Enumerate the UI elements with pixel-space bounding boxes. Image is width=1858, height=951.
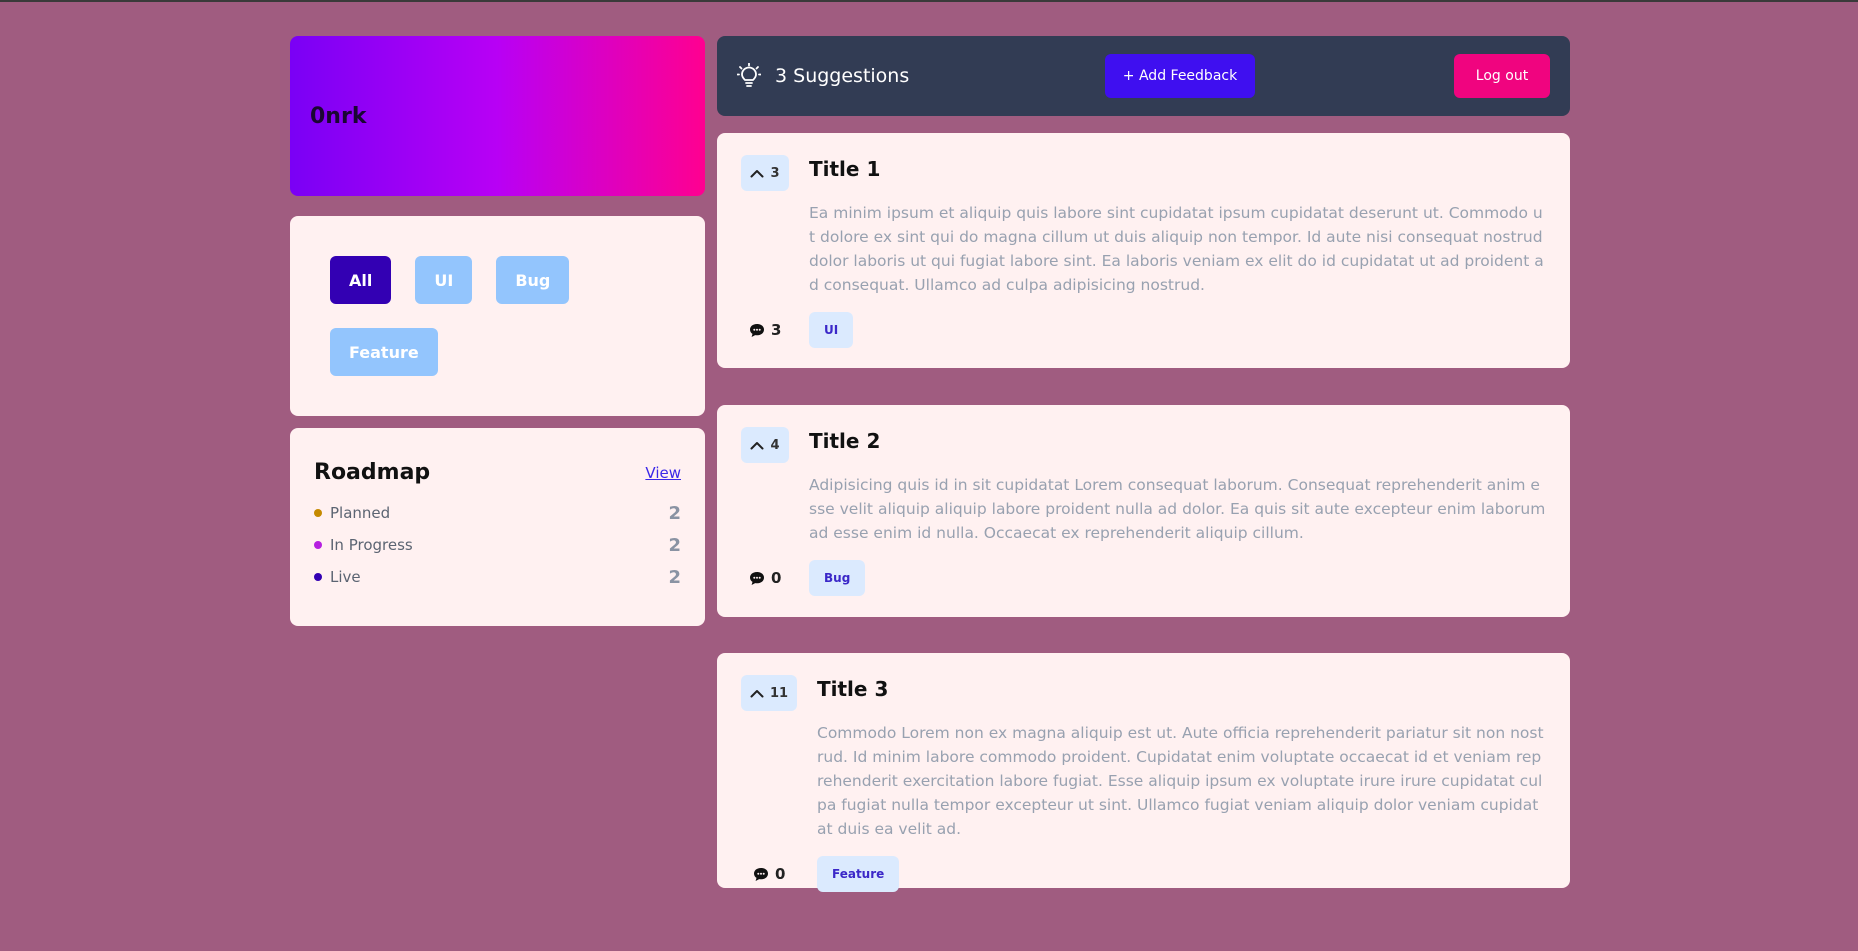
chevron-up-icon	[750, 169, 764, 177]
roadmap-item-label: Live	[330, 568, 361, 586]
feedback-card[interactable]: 4 Title 2 Adipisicing quis id in sit cup…	[717, 405, 1570, 617]
feedback-footer-side: 0	[741, 569, 809, 587]
feedback-description: Ea minim ipsum et aliquip quis labore si…	[809, 204, 1544, 294]
feedback-title: Title 3	[817, 677, 889, 701]
brand-card: 0nrk	[290, 36, 705, 196]
roadmap-item-label: In Progress	[330, 536, 413, 554]
comment-count: 3	[741, 321, 809, 339]
roadmap-item-in-progress: In Progress 2	[314, 529, 681, 561]
comment-count: 0	[741, 569, 809, 587]
status-dot	[314, 541, 322, 549]
upvote-count: 4	[770, 437, 780, 453]
feedback-footer-side: 0	[741, 865, 817, 883]
roadmap-header: Roadmap View	[314, 460, 681, 485]
chevron-up-icon	[750, 441, 764, 449]
filter-card: All UI Bug Feature	[290, 216, 705, 416]
feedback-side: 11	[741, 675, 817, 841]
upvote-count: 11	[769, 685, 789, 701]
feedback-side: 4	[741, 427, 809, 545]
comment-icon	[754, 867, 768, 881]
logout-button[interactable]: Log out	[1454, 54, 1550, 98]
feedback-title: Title 2	[809, 429, 881, 453]
roadmap-item-label: Planned	[330, 504, 391, 522]
status-dot	[314, 573, 322, 581]
feedback-footer-side: 3	[741, 321, 809, 339]
feedback-card[interactable]: 11 Title 3 Commodo Lorem non ex magna al…	[717, 653, 1570, 892]
upvote-button[interactable]: 11	[741, 675, 797, 711]
comment-count-value: 0	[771, 569, 782, 587]
roadmap-title: Roadmap	[314, 460, 431, 485]
filter-chip-all[interactable]: All	[330, 256, 392, 304]
brand-name: 0nrk	[310, 103, 367, 129]
feedback-tag[interactable]: Feature	[817, 856, 900, 892]
feedback-footer: 0 Feature	[741, 856, 1546, 892]
roadmap-view-link[interactable]: View	[645, 464, 681, 482]
suggestions-bar: 3 Suggestions + Add Feedback Log out	[717, 36, 1570, 116]
comment-icon	[750, 571, 764, 585]
upvote-button[interactable]: 4	[741, 427, 789, 463]
filter-chip-feature[interactable]: Feature	[330, 328, 438, 376]
feedback-card[interactable]: 3 Title 1 Ea minim ipsum et aliquip quis…	[717, 133, 1570, 368]
upvote-button[interactable]: 3	[741, 155, 789, 191]
roadmap-card: Roadmap View Planned 2 In Progress 2 Liv…	[290, 428, 705, 626]
comment-icon	[750, 323, 764, 337]
filter-chip-bug[interactable]: Bug	[496, 256, 570, 304]
comment-count-value: 3	[771, 321, 782, 339]
upvote-count: 3	[770, 165, 780, 181]
filter-chip-ui[interactable]: UI	[415, 256, 473, 304]
sidebar: 0nrk All UI Bug Feature Roadmap View Pla…	[290, 36, 705, 626]
roadmap-list: Planned 2 In Progress 2 Live 2	[314, 497, 681, 593]
comment-count-value: 0	[775, 865, 786, 883]
chevron-up-icon	[750, 689, 764, 697]
feedback-body: Title 2 Adipisicing quis id in sit cupid…	[809, 427, 1546, 545]
add-feedback-button[interactable]: + Add Feedback	[1105, 54, 1255, 98]
status-dot	[314, 509, 322, 517]
feedback-description: Adipisicing quis id in sit cupidatat Lor…	[809, 476, 1546, 542]
feedback-body: Title 1 Ea minim ipsum et aliquip quis l…	[809, 155, 1546, 297]
roadmap-item-count: 2	[668, 566, 681, 588]
feedback-tag[interactable]: UI	[809, 312, 854, 348]
feedback-tag[interactable]: Bug	[809, 560, 866, 596]
main-content: 3 Suggestions + Add Feedback Log out 3 T…	[717, 36, 1570, 892]
suggestions-count: 3 Suggestions	[775, 65, 910, 87]
feedback-description: Commodo Lorem non ex magna aliquip est u…	[817, 724, 1544, 838]
roadmap-item-planned: Planned 2	[314, 497, 681, 529]
feedback-body: Title 3 Commodo Lorem non ex magna aliqu…	[817, 675, 1546, 841]
lightbulb-icon	[737, 63, 761, 87]
comment-count: 0	[741, 865, 817, 883]
roadmap-item-count: 2	[668, 502, 681, 524]
roadmap-item-live: Live 2	[314, 561, 681, 593]
roadmap-item-count: 2	[668, 534, 681, 556]
feedback-title: Title 1	[809, 157, 881, 181]
feedback-side: 3	[741, 155, 809, 297]
feedback-footer: 0 Bug	[741, 560, 1546, 596]
feedback-footer: 3 UI	[741, 312, 1546, 348]
